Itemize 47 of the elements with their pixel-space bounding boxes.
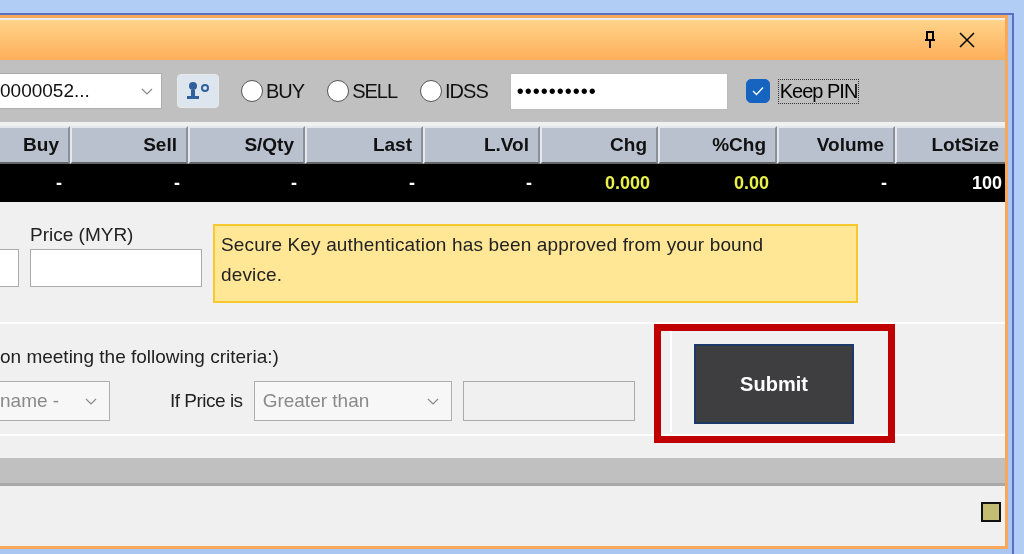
radio-label[interactable]: SELL — [352, 79, 398, 103]
table-cell: - — [409, 173, 415, 193]
criteria-text: on meeting the following criteria:) — [0, 346, 280, 368]
radio-option[interactable]: IDSS — [420, 79, 488, 103]
radio-button[interactable] — [327, 80, 350, 102]
radio-option[interactable]: BUY — [241, 79, 305, 103]
notice-message: Secure Key authentication has been approved from your bound device. — [213, 224, 858, 303]
table-cell: 100 — [971, 173, 1002, 193]
column-header[interactable]: %Chg — [658, 126, 777, 164]
column-header[interactable]: LotSize — [895, 126, 1005, 164]
radio-label[interactable]: BUY — [266, 79, 305, 103]
close-icon[interactable] — [959, 32, 975, 48]
column-header[interactable]: S/Qty — [188, 126, 305, 164]
check-icon — [751, 86, 764, 96]
radio-button[interactable] — [241, 80, 263, 102]
price-field[interactable] — [30, 249, 202, 287]
field-label: Price (MYR) — [30, 224, 135, 246]
column-header[interactable]: L.Vol — [423, 126, 540, 164]
column-header[interactable]: Volume — [777, 126, 895, 164]
chevron-down-icon — [426, 396, 439, 406]
table-cell: - — [56, 173, 62, 193]
radio-button[interactable] — [420, 80, 443, 102]
input-field[interactable] — [0, 249, 19, 287]
checkbox-label[interactable]: Keep PIN — [777, 78, 860, 104]
account-dropdown[interactable]: 0000052... — [0, 73, 162, 109]
status-indicator — [981, 502, 1001, 522]
person-icon — [184, 81, 212, 101]
chevron-down-icon — [141, 86, 153, 96]
submit-button[interactable]: Submit — [694, 344, 854, 424]
chevron-down-icon — [85, 396, 97, 406]
column-header[interactable]: Chg — [540, 126, 658, 164]
table-cell: - — [881, 173, 887, 193]
column-header[interactable]: Buy — [0, 126, 70, 164]
radio-option[interactable]: SELL — [327, 79, 398, 103]
table-cell: - — [174, 173, 180, 193]
table-cell: - — [526, 173, 532, 193]
table-cell: 0.000 — [604, 173, 650, 193]
table-cell: 0.00 — [733, 173, 769, 193]
checkbox[interactable] — [745, 79, 770, 103]
condition-label: If Price is — [170, 390, 243, 412]
pin-icon[interactable] — [923, 31, 937, 49]
column-header[interactable]: Sell — [70, 126, 188, 164]
column-header[interactable]: Last — [305, 126, 423, 164]
table-cell: - — [291, 173, 297, 193]
pin-field[interactable]: •••••••••• — [509, 72, 728, 110]
account-button[interactable] — [177, 74, 219, 108]
radio-label[interactable]: IDSS — [445, 79, 488, 103]
